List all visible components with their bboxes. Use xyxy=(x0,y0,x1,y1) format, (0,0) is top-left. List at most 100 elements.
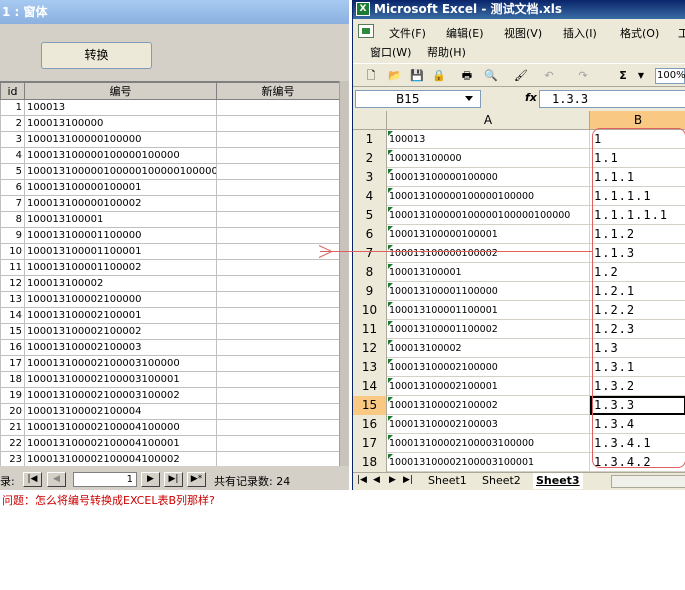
code-cell[interactable]: 100013100002 xyxy=(24,275,217,292)
first-sheet-nav-icon[interactable]: |◀ xyxy=(357,475,367,485)
cell-column-a[interactable]: 100013100001100001 xyxy=(387,301,590,320)
undo-icon[interactable]: ↶ xyxy=(541,68,557,84)
new-code-cell[interactable] xyxy=(216,291,339,308)
code-cell[interactable]: 100013100002100003100002 xyxy=(24,387,217,404)
cell-column-a[interactable]: 100013100002100003100000 xyxy=(387,434,590,453)
prev-sheet-nav-icon[interactable]: ◀ xyxy=(373,475,380,485)
new-code-cell[interactable] xyxy=(216,211,339,228)
row-header[interactable]: 13 xyxy=(353,358,387,377)
menu-help[interactable]: 帮助(H) xyxy=(427,44,466,60)
table-row[interactable]: 20 100013100002100004 xyxy=(0,403,339,420)
code-cell[interactable]: 100013100000100000100000100000 xyxy=(24,163,217,180)
cell-column-a[interactable]: 100013 xyxy=(387,130,590,149)
column-header-code[interactable]: 编号 xyxy=(24,82,217,100)
table-row[interactable]: 8 100013100001 xyxy=(0,211,339,228)
row-id-cell[interactable]: 7 xyxy=(0,195,25,212)
last-record-button[interactable]: ▶| xyxy=(164,472,183,487)
row-header[interactable]: 1 xyxy=(353,130,387,149)
next-sheet-nav-icon[interactable]: ▶ xyxy=(389,475,396,485)
next-record-button[interactable]: ▶ xyxy=(141,472,160,487)
cell-column-b[interactable]: 1.1.1 xyxy=(590,168,685,187)
table-row[interactable]: 12 100013100002 xyxy=(0,275,339,292)
row-id-cell[interactable]: 17 xyxy=(0,355,25,372)
row-header[interactable]: 2 xyxy=(353,149,387,168)
sheet-tab-sheet3[interactable]: Sheet3 xyxy=(533,473,583,489)
table-row[interactable]: 22 100013100002100004100001 xyxy=(0,435,339,452)
cell-column-a[interactable]: 100013100000100000 xyxy=(387,168,590,187)
cell-column-b[interactable]: 1.1 xyxy=(590,149,685,168)
cell-column-b[interactable]: 1.2.3 xyxy=(590,320,685,339)
cell-column-b[interactable]: 1.3.4.1 xyxy=(590,434,685,453)
row-header[interactable]: 12 xyxy=(353,339,387,358)
row-id-cell[interactable]: 16 xyxy=(0,339,25,356)
cell-column-a[interactable]: 100013100002100002 xyxy=(387,396,590,415)
cell-column-b[interactable]: 1.1.1.1.1 xyxy=(590,206,685,225)
table-row[interactable]: 23 100013100002100004100002 xyxy=(0,451,339,466)
print-icon[interactable]: 🖶 xyxy=(459,68,475,84)
menu-view[interactable]: 视图(V) xyxy=(504,25,542,41)
cell-column-b[interactable]: 1.3.2 xyxy=(590,377,685,396)
row-header[interactable]: 3 xyxy=(353,168,387,187)
cell-column-a[interactable]: 100013100002100001 xyxy=(387,377,590,396)
code-cell[interactable]: 100013100002100004 xyxy=(24,403,217,420)
code-cell[interactable]: 100013100002100003100000 xyxy=(24,355,217,372)
table-row[interactable]: 14 100013100002100001 xyxy=(0,307,339,324)
new-code-cell[interactable] xyxy=(216,371,339,388)
cell-column-b[interactable]: 1.2 xyxy=(590,263,685,282)
row-header[interactable]: 6 xyxy=(353,225,387,244)
row-id-cell[interactable]: 3 xyxy=(0,131,25,148)
code-cell[interactable]: 100013100001100002 xyxy=(24,259,217,276)
code-cell[interactable]: 100013100002100001 xyxy=(24,307,217,324)
autosum-icon[interactable]: Σ xyxy=(615,68,631,84)
new-code-cell[interactable] xyxy=(216,259,339,276)
sheet-tab-sheet1[interactable]: Sheet1 xyxy=(425,473,470,489)
new-code-cell[interactable] xyxy=(216,323,339,340)
formula-input[interactable]: 1.3.3 xyxy=(539,90,685,108)
code-cell[interactable]: 100013100002100002 xyxy=(24,323,217,340)
code-cell[interactable]: 100013100001100001 xyxy=(24,243,217,260)
cell-column-a[interactable]: 100013100000100002 xyxy=(387,244,590,263)
table-row[interactable]: 13 100013100002100000 xyxy=(0,291,339,308)
last-sheet-nav-icon[interactable]: ▶| xyxy=(403,475,413,485)
new-code-cell[interactable] xyxy=(216,275,339,292)
cell-column-b[interactable]: 1.2.1 xyxy=(590,282,685,301)
menu-format[interactable]: 格式(O) xyxy=(620,25,659,41)
code-cell[interactable]: 100013100002100004100000 xyxy=(24,419,217,436)
cell-column-b[interactable]: 1.2.2 xyxy=(590,301,685,320)
row-id-cell[interactable]: 21 xyxy=(0,419,25,436)
row-header[interactable]: 5 xyxy=(353,206,387,225)
row-header[interactable]: 8 xyxy=(353,263,387,282)
redo-icon[interactable]: ↷ xyxy=(575,68,591,84)
table-row[interactable]: 4 100013100000100000100000 xyxy=(0,147,339,164)
new-code-cell[interactable] xyxy=(216,147,339,164)
row-id-cell[interactable]: 23 xyxy=(0,451,25,466)
cell-column-a[interactable]: 100013100002100003 xyxy=(387,415,590,434)
code-cell[interactable]: 100013100001100000 xyxy=(24,227,217,244)
row-id-cell[interactable]: 1 xyxy=(0,99,25,116)
cell-column-a[interactable]: 100013100001100000 xyxy=(387,282,590,301)
row-header[interactable]: 7 xyxy=(353,244,387,263)
row-header[interactable]: 15 xyxy=(353,396,387,415)
cell-column-b[interactable]: 1.1.2 xyxy=(590,225,685,244)
row-header[interactable]: 17 xyxy=(353,434,387,453)
table-row[interactable]: 6 100013100000100001 xyxy=(0,179,339,196)
cell-column-b[interactable]: 1.1.1.1 xyxy=(590,187,685,206)
new-code-cell[interactable] xyxy=(216,99,339,116)
row-header[interactable]: 10 xyxy=(353,301,387,320)
row-id-cell[interactable]: 8 xyxy=(0,211,25,228)
table-row[interactable]: 3 100013100000100000 xyxy=(0,131,339,148)
cell-column-a[interactable]: 100013100002 xyxy=(387,339,590,358)
new-code-cell[interactable] xyxy=(216,179,339,196)
new-code-cell[interactable] xyxy=(216,227,339,244)
cell-column-a[interactable]: 100013100000100000100000 xyxy=(387,187,590,206)
table-row[interactable]: 17 100013100002100003100000 xyxy=(0,355,339,372)
code-cell[interactable]: 100013100002100004100001 xyxy=(24,435,217,452)
first-record-button[interactable]: |◀ xyxy=(23,472,42,487)
row-header[interactable]: 16 xyxy=(353,415,387,434)
cell-column-a[interactable]: 100013100001 xyxy=(387,263,590,282)
table-row[interactable]: 7 100013100000100002 xyxy=(0,195,339,212)
row-id-cell[interactable]: 4 xyxy=(0,147,25,164)
row-header[interactable]: 9 xyxy=(353,282,387,301)
cell-column-a[interactable]: 100013100000100000100000100000 xyxy=(387,206,590,225)
menu-insert[interactable]: 插入(I) xyxy=(563,25,597,41)
